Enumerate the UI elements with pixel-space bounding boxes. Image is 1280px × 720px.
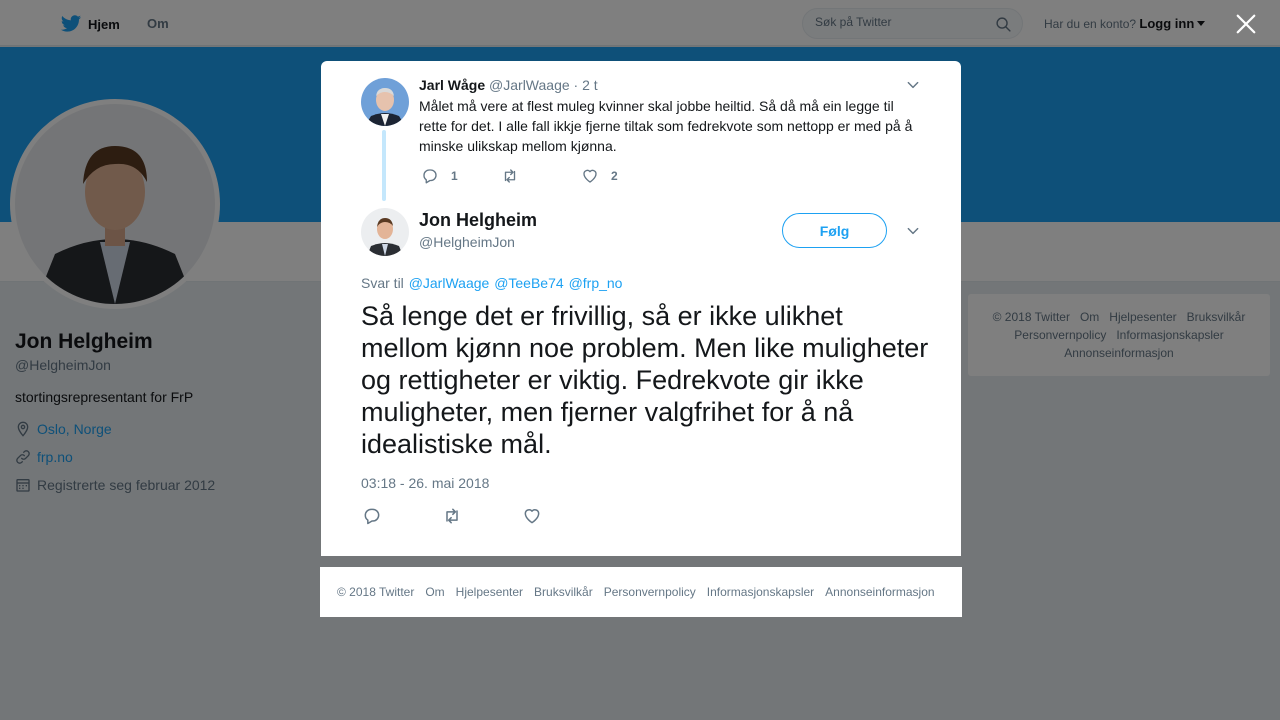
parent-like-button[interactable]: 2 [581,167,618,185]
modal-footer-link[interactable]: Personvernpolicy [604,585,696,599]
modal-footer-link[interactable]: Om [425,585,444,599]
chevron-down-icon[interactable] [906,78,920,92]
close-icon[interactable] [1235,13,1257,35]
modal-footer-link[interactable]: Informasjonskapsler [707,585,814,599]
follow-button[interactable]: Følg [782,213,887,248]
reply-icon [423,169,437,184]
reply-to-line: Svar til @JarlWaage @TeeBe74 @frp_no [361,275,622,291]
reply-to-prefix: Svar til [361,275,404,291]
reply-mention-link[interactable]: @frp_no [569,275,623,291]
reply-mention-link[interactable]: @JarlWaage [409,275,490,291]
parent-tweet-author-handle[interactable]: @JarlWaage [489,77,570,93]
parent-tweet-header: Jarl Wåge @JarlWaage · 2 t [419,77,598,93]
main-tweet-timestamp[interactable]: 03:18 - 26. mai 2018 [361,475,489,491]
main-avatar-photo [361,208,409,256]
parent-tweet-time[interactable]: · 2 t [574,77,598,93]
retweet-icon [504,169,516,183]
main-tweet-author-name[interactable]: Jon Helgheim [419,210,537,231]
modal-footer-copyright: © 2018 Twitter [337,585,415,599]
modal-footer-link[interactable]: Hjelpesenter [456,585,523,599]
parent-tweet-text: Målet må vere at flest muleg kvinner ska… [419,98,913,154]
modal-footer-link[interactable]: Annonseinformasjon [825,585,934,599]
reply-icon[interactable] [362,506,382,526]
heart-icon [583,169,597,183]
parent-avatar-photo [361,78,409,126]
modal-footer-link[interactable]: Bruksvilkår [534,585,593,599]
parent-tweet-author-name[interactable]: Jarl Wåge [419,77,485,93]
parent-tweet-avatar[interactable] [361,78,409,126]
parent-like-count: 2 [611,169,618,183]
parent-retweet-button[interactable] [501,167,519,185]
parent-tweet-actions: 1 2 [419,167,719,187]
tweet-modal: Jarl Wåge @JarlWaage · 2 t Målet må vere… [321,61,961,556]
parent-reply-count: 1 [451,169,458,183]
main-tweet-text: Så lenge det er frivillig, så er ikke ul… [361,301,929,459]
retweet-icon[interactable] [442,506,462,526]
thread-connector-line [382,130,386,201]
main-tweet-author-handle[interactable]: @HelgheimJon [419,234,515,250]
modal-footer: © 2018 Twitter Om Hjelpesenter Bruksvilkår P… [320,567,962,617]
parent-reply-button[interactable]: 1 [421,167,458,185]
heart-icon[interactable] [522,506,542,526]
chevron-down-icon[interactable] [906,224,920,238]
reply-mention-link[interactable]: @TeeBe74 [494,275,563,291]
main-tweet-avatar[interactable] [361,208,409,256]
